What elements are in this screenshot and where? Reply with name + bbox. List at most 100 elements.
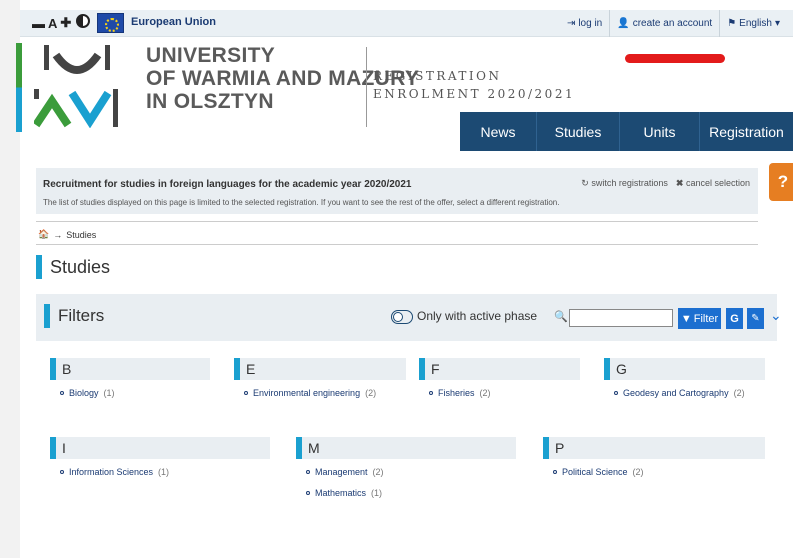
cancel-selection-link[interactable]: ✖ cancel selection xyxy=(676,178,750,189)
study-name: Political Science xyxy=(562,467,628,477)
nav-studies[interactable]: Studies xyxy=(536,112,619,151)
g-button[interactable]: G xyxy=(726,308,743,329)
active-phase-label: Only with active phase xyxy=(417,309,538,323)
filter-button-label: Filter xyxy=(693,312,719,325)
group-header: P xyxy=(543,437,765,459)
nav-registration[interactable]: Registration xyxy=(699,112,793,151)
study-item[interactable]: Geodesy and Cartography (2) xyxy=(614,388,765,398)
group-list: Political Science (2) xyxy=(553,467,765,477)
study-item[interactable]: Management (2) xyxy=(306,467,516,477)
decrease-font-button[interactable]: ▬ xyxy=(32,16,45,31)
arrow-right-icon: → xyxy=(53,229,63,240)
language-label: English xyxy=(739,18,772,29)
group-list: Information Sciences (1) xyxy=(60,467,270,477)
study-name: Environmental engineering xyxy=(253,388,361,398)
home-icon[interactable]: 🏠 xyxy=(38,229,49,240)
group-list: Fisheries (2) xyxy=(429,388,580,398)
group-m: M Management (2) Mathematics (1) xyxy=(296,437,516,509)
increase-font-button[interactable]: ✚ xyxy=(60,15,71,31)
funnel-icon: ▼ xyxy=(680,312,692,325)
login-label: log in xyxy=(578,18,603,29)
group-header: B xyxy=(50,358,210,380)
study-count: (2) xyxy=(632,467,644,477)
top-bar: ▬ A ✚ European Union ⇥ log in 👤 create a… xyxy=(20,10,793,37)
switch-registrations-label: switch registrations xyxy=(591,178,668,188)
language-dropdown[interactable]: ⚑ English ▾ xyxy=(719,10,787,37)
group-header: F xyxy=(419,358,580,380)
bullet-icon xyxy=(244,391,248,395)
bullet-icon xyxy=(553,470,557,474)
redaction-mark xyxy=(625,54,725,63)
refresh-icon: ↻ xyxy=(581,178,589,188)
contrast-icon[interactable] xyxy=(76,14,90,28)
filter-button[interactable]: ▼ Filter xyxy=(678,308,721,329)
bullet-icon xyxy=(614,391,618,395)
group-letter: P xyxy=(555,440,565,456)
page-title-text: Studies xyxy=(50,256,111,277)
search-input[interactable] xyxy=(569,309,673,327)
filters-accent xyxy=(44,304,50,328)
help-button[interactable]: ? xyxy=(769,163,793,201)
account-links: ⇥ log in 👤 create an account ⚑ English ▾ xyxy=(560,10,787,37)
divider-bottom xyxy=(36,244,758,245)
create-account-link[interactable]: 👤 create an account xyxy=(609,10,719,37)
study-item[interactable]: Mathematics (1) xyxy=(306,488,516,498)
study-item[interactable]: Biology (1) xyxy=(60,388,210,398)
study-name: Biology xyxy=(69,388,99,398)
group-accent xyxy=(419,358,425,380)
study-name: Information Sciences xyxy=(69,467,154,477)
info-title: Recruitment for studies in foreign langu… xyxy=(43,179,412,190)
group-list: Management (2) Mathematics (1) xyxy=(306,467,516,498)
chevron-down-icon: ▾ xyxy=(774,18,780,29)
group-header: I xyxy=(50,437,270,459)
bullet-icon xyxy=(306,491,310,495)
study-item[interactable]: Political Science (2) xyxy=(553,467,765,477)
group-accent xyxy=(604,358,610,380)
clear-filters-button[interactable]: ✎ xyxy=(747,308,764,329)
eu-label: European Union xyxy=(131,16,216,28)
group-header: G xyxy=(604,358,765,380)
expand-filters-button[interactable]: ⌄ xyxy=(770,307,782,324)
user-plus-icon: 👤 xyxy=(617,18,630,29)
group-p: P Political Science (2) xyxy=(543,437,765,488)
study-count: (2) xyxy=(733,388,745,398)
switch-registrations-link[interactable]: ↻ switch registrations xyxy=(581,178,668,189)
study-item[interactable]: Information Sciences (1) xyxy=(60,467,270,477)
study-count: (2) xyxy=(365,388,377,398)
nav-news[interactable]: News xyxy=(460,112,536,151)
group-list: Geodesy and Cartography (2) xyxy=(614,388,765,398)
active-phase-toggle[interactable] xyxy=(391,310,413,324)
group-accent xyxy=(50,437,56,459)
breadcrumb-current: Studies xyxy=(66,229,97,240)
registration-line-2: ENROLMENT 2020/2021 xyxy=(373,87,576,101)
filters-title: Filters xyxy=(58,306,105,325)
cancel-selection-label: cancel selection xyxy=(685,178,750,188)
nav-units[interactable]: Units xyxy=(619,112,699,151)
study-item[interactable]: Fisheries (2) xyxy=(429,388,580,398)
group-letter: M xyxy=(308,440,320,456)
study-item[interactable]: Environmental engineering (2) xyxy=(244,388,406,398)
study-name: Geodesy and Cartography xyxy=(623,388,729,398)
divider-top xyxy=(36,221,758,222)
group-accent xyxy=(234,358,240,380)
language-icon: ⚑ xyxy=(727,18,737,29)
color-stripe xyxy=(16,43,22,132)
study-count: (1) xyxy=(371,488,383,498)
normal-font-button[interactable]: A xyxy=(48,16,57,31)
group-accent xyxy=(296,437,302,459)
university-logo-icon[interactable] xyxy=(34,43,120,128)
create-account-label: create an account xyxy=(632,18,713,29)
group-list: Environmental engineering (2) xyxy=(244,388,406,398)
registration-title: REGISTRATION ENROLMENT 2020/2021 xyxy=(373,67,575,103)
group-accent xyxy=(543,437,549,459)
group-letter: B xyxy=(62,361,72,377)
group-b: B Biology (1) xyxy=(50,358,210,409)
study-name: Fisheries xyxy=(438,388,475,398)
info-actions: ↻ switch registrations ✖ cancel selectio… xyxy=(581,178,750,189)
group-i: I Information Sciences (1) xyxy=(50,437,270,488)
bullet-icon xyxy=(429,391,433,395)
group-letter: G xyxy=(616,361,627,377)
group-g: G Geodesy and Cartography (2) xyxy=(604,358,765,409)
login-link[interactable]: ⇥ log in xyxy=(560,10,609,37)
main-nav: News Studies Units Registration xyxy=(460,112,793,151)
